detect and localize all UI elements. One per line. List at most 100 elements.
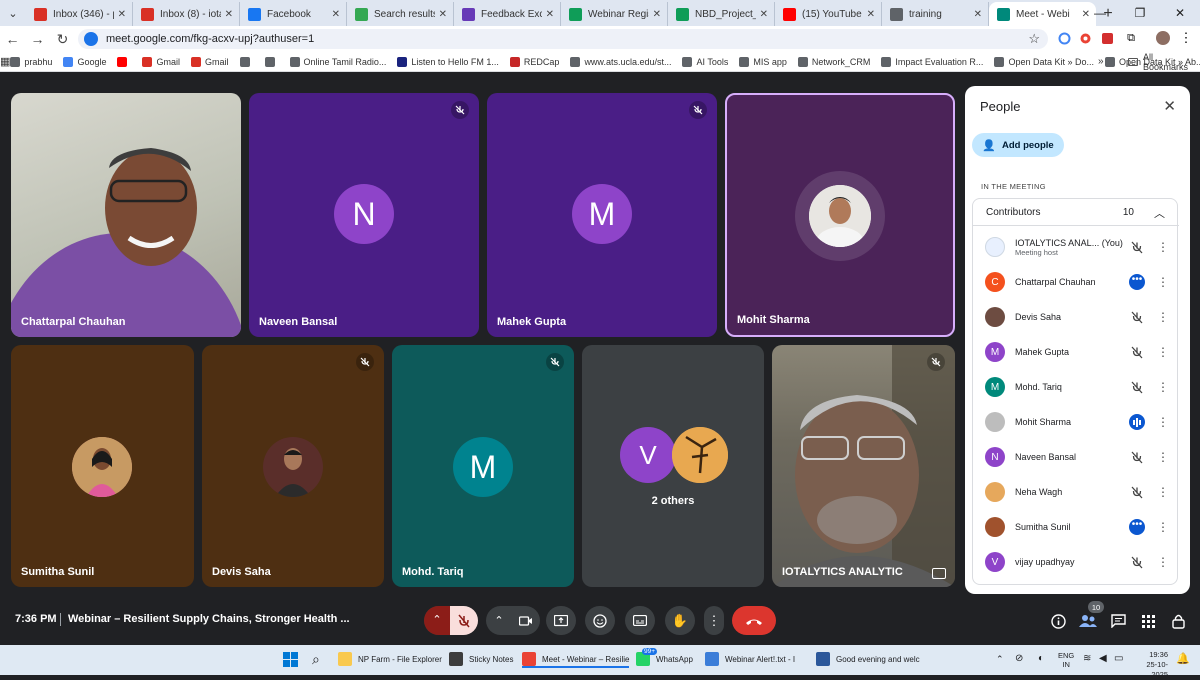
muted-mic-icon[interactable] [1129,554,1145,570]
reload-icon[interactable]: ↻ [50,26,75,52]
browser-tab[interactable]: NBD_Project_List ✕ [668,2,775,26]
meeting-details-icon[interactable] [1047,610,1069,632]
add-people-button[interactable]: 👤 Add people [972,133,1064,157]
language-indicator[interactable]: ENG IN [1058,651,1074,669]
maximize-button[interactable]: ❐ [1120,0,1160,26]
more-options-button[interactable]: ⋮ [704,606,724,635]
close-tab-icon[interactable]: ✕ [974,9,982,20]
bookmark-star-icon[interactable]: ☆ [1028,31,1040,47]
close-panel-icon[interactable]: ✕ [1163,97,1176,115]
bookmark-item[interactable]: REDCap [509,56,559,67]
browser-tab[interactable]: Webinar Registrat ✕ [561,2,668,26]
browser-tab[interactable]: Search results - G ✕ [347,2,454,26]
close-tab-icon[interactable]: ✕ [546,9,554,20]
browser-tab[interactable]: (15) YouTube ✕ [775,2,882,26]
muted-mic-icon[interactable] [1129,309,1145,325]
bookmark-item[interactable]: Gmail [190,56,229,67]
captions-button[interactable] [625,606,655,635]
windows-start-icon[interactable] [283,652,298,667]
browser-tab[interactable]: Inbox (8) - iotalyt ✕ [133,2,240,26]
participant-row[interactable]: N Naveen Bansal ⋮ [979,442,1177,472]
taskbar-app[interactable]: Sticky Notes [449,652,513,666]
bookmark-item[interactable] [264,56,279,67]
extension-colorful-icon[interactable] [1077,30,1093,46]
close-tab-icon[interactable]: ✕ [867,9,875,20]
more-bookmarks-chevron-icon[interactable]: » [1098,56,1104,67]
participant-row[interactable]: Vvijay upadhyay ⋮ [979,547,1177,577]
chat-icon[interactable] [1107,610,1129,632]
bookmark-item[interactable]: MIS app [739,56,787,67]
muted-mic-icon[interactable] [1129,484,1145,500]
video-tile-chattarpal[interactable]: Chattarpal Chauhan [11,93,241,337]
bookmark-item[interactable]: prabhu [10,56,52,67]
participant-row[interactable]: Mohit Sharma ⋮ [979,407,1177,437]
site-info-icon[interactable] [84,32,98,46]
pip-icon[interactable] [932,568,946,579]
browser-menu-icon[interactable]: ⋮ [1178,30,1194,46]
tab-search-chevron-icon[interactable]: ⌄ [0,0,26,26]
bookmark-item[interactable] [117,56,131,67]
video-tile-sumitha[interactable]: Sumitha Sunil [11,345,194,587]
present-screen-button[interactable] [546,606,576,635]
wifi-icon[interactable]: ≋ [1083,653,1091,664]
participant-row[interactable]: C Chattarpal Chauhan ••• ⋮ [979,267,1177,297]
video-tile-devis[interactable]: Devis Saha [202,345,384,587]
minimize-button[interactable]: — [1080,0,1120,26]
video-tile-naveen[interactable]: N Naveen Bansal [249,93,479,337]
bookmark-item[interactable] [239,56,254,67]
browser-tab[interactable]: Feedback Excel & ✕ [454,2,561,26]
video-tile-tariq[interactable]: M Mohd. Tariq [392,345,574,587]
extension-red-icon[interactable] [1099,30,1115,46]
system-clock[interactable]: 19:36 25-10-2025 [1132,650,1168,680]
host-controls-lock-icon[interactable] [1167,610,1189,632]
raise-hand-button[interactable]: ✋ [665,606,695,635]
volume-icon[interactable]: ◀ [1099,653,1107,664]
muted-mic-icon[interactable] [1129,379,1145,395]
battery-icon[interactable]: ▭ [1114,653,1123,664]
participant-menu-icon[interactable]: ⋮ [1157,380,1169,394]
browser-tab[interactable]: Facebook ✕ [240,2,347,26]
mic-options-chevron-icon[interactable]: ⌃ [424,606,450,635]
participant-menu-icon[interactable]: ⋮ [1157,520,1169,534]
muted-mic-icon[interactable] [1129,449,1145,465]
google-lens-icon[interactable] [1056,30,1072,46]
close-tab-icon[interactable]: ✕ [760,9,768,20]
participant-menu-icon[interactable]: ⋮ [1157,240,1169,254]
participant-menu-icon[interactable]: ⋮ [1157,450,1169,464]
address-bar[interactable]: meet.google.com/fkg-acxv-upj?authuser=1 … [78,29,1048,49]
close-tab-icon[interactable]: ✕ [332,9,340,20]
participant-row[interactable]: Devis Saha ⋮ [979,302,1177,332]
profile-avatar[interactable] [1155,30,1171,46]
collapse-chevron-icon[interactable]: ︿ [1154,205,1165,221]
close-window-button[interactable]: ✕ [1160,0,1200,26]
video-tile-mohit[interactable]: Mohit Sharma [725,93,955,337]
more-actions-icon[interactable]: ••• [1129,274,1145,290]
bookmark-item[interactable]: Google [63,56,106,67]
notification-bell-icon[interactable]: 🔔 [1176,652,1190,665]
browser-tab[interactable]: training ✕ [882,2,989,26]
taskbar-app[interactable]: Good evening and welc [816,652,920,666]
bookmark-item[interactable]: Gmail [142,56,180,67]
participant-row[interactable]: M Mahek Gupta ⋮ [979,337,1177,367]
forward-icon[interactable]: → [25,26,50,52]
close-tab-icon[interactable]: ✕ [653,9,661,20]
extensions-puzzle-icon[interactable]: ⧉ [1123,30,1139,46]
back-icon[interactable]: ← [0,26,25,52]
participant-menu-icon[interactable]: ⋮ [1157,415,1169,429]
close-tab-icon[interactable]: ✕ [118,9,126,20]
video-tile-iotalytics[interactable]: IOTALYTICS ANALYTIC [772,345,955,587]
participant-row[interactable]: IOTALYTICS ANAL... (You) Meeting host ⋮ [979,232,1177,262]
taskbar-app[interactable]: Meet - Webinar – Resilie [522,652,630,668]
leave-call-button[interactable] [732,606,776,635]
participant-menu-icon[interactable]: ⋮ [1157,345,1169,359]
bookmark-item[interactable]: Listen to Hello FM 1... [397,56,499,67]
emoji-reaction-button[interactable] [585,606,615,635]
participant-row[interactable]: Sumitha Sunil ••• ⋮ [979,512,1177,542]
taskbar-app[interactable]: NP Farm - File Explorer [338,652,442,666]
bookmark-item[interactable]: Online Tamil Radio... [289,56,386,67]
others-tile[interactable]: V 2 others [582,345,764,587]
close-tab-icon[interactable]: ✕ [439,9,447,20]
video-tile-mahek[interactable]: M Mahek Gupta [487,93,717,337]
tray-app-icon[interactable]: ◐ [1038,653,1044,664]
bookmark-item[interactable]: Impact Evaluation R... [881,56,983,67]
